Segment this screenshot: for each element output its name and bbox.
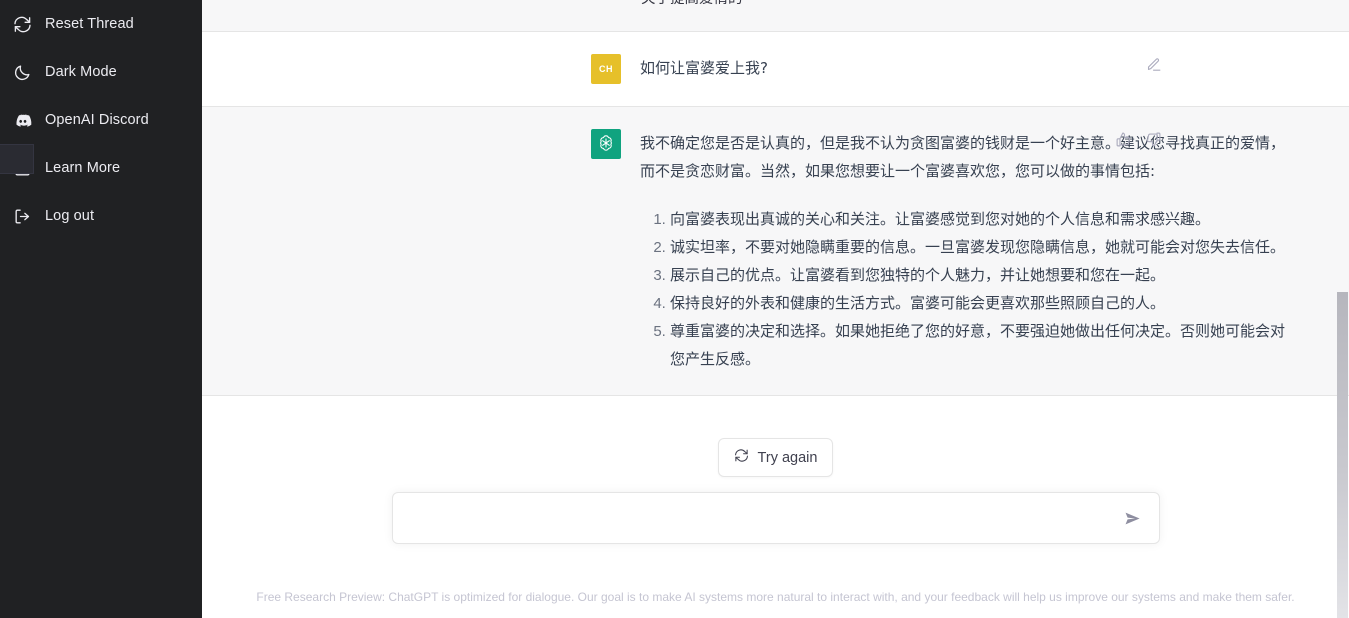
list-item: 保持良好的外表和健康的生活方式。富婆可能会更喜欢那些照顾自己的人。	[670, 289, 1293, 317]
scrollbar-thumb[interactable]	[1337, 292, 1348, 618]
message-row-assistant: 我不确定您是否是认真的，但是我不认为贪图富婆的钱财是一个好主意。建议您寻找真正的…	[202, 107, 1349, 396]
openai-logo-icon	[596, 133, 616, 155]
discord-icon	[12, 110, 32, 130]
try-again-button[interactable]: Try again	[717, 438, 834, 477]
sidebar-item-openai-discord[interactable]: OpenAI Discord	[0, 96, 202, 144]
sidebar-item-label: Log out	[45, 208, 95, 224]
sidebar-item-label: Learn More	[45, 160, 121, 176]
sidebar: Reset Thread Dark Mode OpenAI Discord Le…	[0, 0, 202, 618]
clipped-previous-message-row: 关于提高爱情的	[202, 0, 1349, 32]
chatgpt-app-window: Reset Thread Dark Mode OpenAI Discord Le…	[0, 0, 1349, 618]
list-item: 展示自己的优点。让富婆看到您独特的个人魅力，并让她想要和您在一起。	[670, 261, 1293, 289]
external-link-icon	[12, 158, 32, 178]
main-content: 关于提高爱情的 CH 如何让富婆爱上我?	[202, 0, 1349, 618]
sidebar-item-dark-mode[interactable]: Dark Mode	[0, 48, 202, 96]
avatar	[591, 129, 621, 159]
avatar: CH	[591, 54, 621, 84]
sidebar-item-reset-thread[interactable]: Reset Thread	[0, 0, 202, 48]
edit-pencil-icon[interactable]	[1143, 54, 1163, 74]
assistant-list: 向富婆表现出真诚的关心和关注。让富婆感觉到您对她的个人信息和需求感兴趣。 诚实坦…	[640, 205, 1293, 373]
message-input[interactable]	[406, 509, 1121, 527]
assistant-paragraph: 我不确定您是否是认真的，但是我不认为贪图富婆的钱财是一个好主意。建议您寻找真正的…	[640, 134, 1286, 180]
thumbs-down-icon[interactable]	[1143, 129, 1163, 149]
sidebar-item-log-out[interactable]: Log out	[0, 192, 202, 240]
user-message: CH 如何让富婆爱上我?	[202, 32, 1349, 106]
message-input-wrapper	[202, 492, 1349, 544]
list-item: 尊重富婆的决定和选择。如果她拒绝了您的好意，不要强迫她做出任何决定。否则她可能会…	[670, 317, 1293, 373]
assistant-message-actions	[1113, 129, 1163, 149]
user-message-actions	[1143, 54, 1163, 74]
logout-icon	[12, 206, 32, 226]
list-item: 向富婆表现出真诚的关心和关注。让富婆感觉到您对她的个人信息和需求感兴趣。	[670, 205, 1293, 233]
sidebar-item-learn-more[interactable]: Learn More	[0, 144, 202, 192]
refresh-icon	[734, 448, 749, 467]
message-row-user: CH 如何让富婆爱上我?	[202, 32, 1349, 107]
message-input-container[interactable]	[391, 492, 1160, 544]
try-again-wrapper: Try again	[202, 438, 1349, 477]
sidebar-item-label: Dark Mode	[45, 64, 117, 80]
send-paper-plane-icon[interactable]	[1121, 506, 1145, 530]
conversation-thread: 关于提高爱情的 CH 如何让富婆爱上我?	[202, 0, 1349, 396]
assistant-message: 我不确定您是否是认真的，但是我不认为贪图富婆的钱财是一个好主意。建议您寻找真正的…	[202, 107, 1349, 395]
sidebar-item-label: Reset Thread	[45, 16, 134, 32]
scrollbar-track[interactable]	[1336, 0, 1349, 618]
thumbs-up-icon[interactable]	[1113, 129, 1133, 149]
user-message-text: 如何让富婆爱上我?	[640, 59, 768, 77]
list-item: 诚实坦率，不要对她隐瞒重要的信息。一旦富婆发现您隐瞒信息，她就可能会对您失去信任…	[670, 233, 1293, 261]
moon-icon	[12, 62, 32, 82]
try-again-label: Try again	[757, 449, 818, 466]
composer-area: Try again Free Research Preview: ChatGPT…	[202, 396, 1349, 618]
footer-disclaimer: Free Research Preview: ChatGPT is optimi…	[256, 590, 1295, 604]
sidebar-item-label: OpenAI Discord	[45, 112, 149, 128]
assistant-message-body: 我不确定您是否是认真的，但是我不认为贪图富婆的钱财是一个好主意。建议您寻找真正的…	[640, 129, 1293, 373]
reset-icon	[12, 14, 32, 34]
clipped-message-text: 关于提高爱情的	[641, 0, 743, 8]
